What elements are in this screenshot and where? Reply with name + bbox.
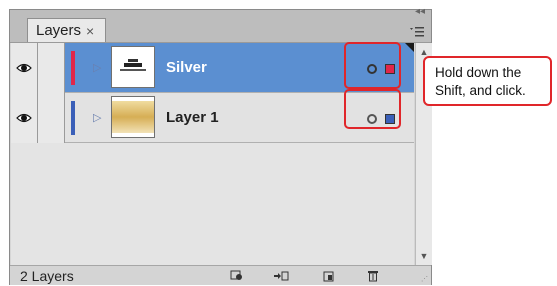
current-layer-indicator-icon [405,43,414,52]
layer-thumbnail [111,46,155,88]
trash-icon[interactable] [364,268,382,283]
panel-footer: 2 Layers ⋰ [10,265,431,285]
tab-close-icon[interactable]: × [86,23,94,39]
instruction-callout: Hold down the Shift, and click. [423,56,552,106]
eye-icon [16,113,32,123]
expand-arrow-icon[interactable]: ▷ [93,111,101,124]
scroll-down-arrow-icon[interactable]: ▼ [416,249,432,263]
layer-count: 2 Layers [20,268,74,284]
panel-tab-bar: Layers × ◂◂ [10,6,431,43]
callout-line-2: Shift, and click. [435,83,526,98]
resize-grip-icon[interactable]: ⋰ [421,275,429,283]
layer-color-strip [71,51,75,85]
highlight-silver-selection [344,42,401,89]
locate-object-icon[interactable] [228,268,246,283]
eye-icon [16,63,32,73]
panel-menu-icon[interactable] [406,23,428,41]
tab-layers[interactable]: Layers × [27,18,106,42]
lock-toggle[interactable] [38,93,65,143]
layer-thumbnail [111,96,155,138]
tab-layers-label: Layers [36,22,82,39]
lock-toggle[interactable] [38,43,65,93]
callout-line-1: Hold down the [435,65,522,80]
new-sublayer-icon[interactable] [320,268,338,283]
layer-name[interactable]: Layer 1 [166,109,219,126]
layer-name[interactable]: Silver [166,59,207,76]
visibility-toggle[interactable] [11,93,38,143]
highlight-layer1-selection [344,89,401,129]
collapse-panel-icon[interactable]: ◂◂ [415,6,425,17]
layer-color-strip [71,101,75,135]
visibility-toggle[interactable] [11,43,38,93]
expand-arrow-icon[interactable]: ▷ [93,61,101,74]
make-clipping-mask-icon[interactable] [272,268,290,283]
